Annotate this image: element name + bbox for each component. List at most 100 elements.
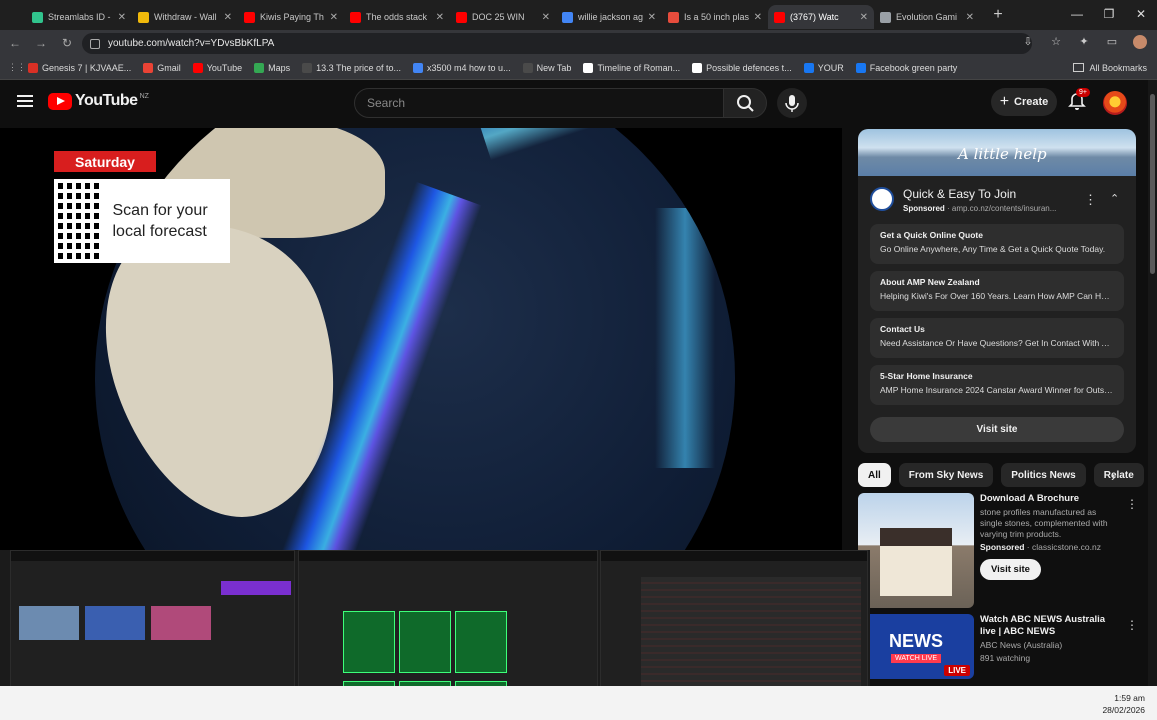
video-title[interactable]: Download A Brochure [980,493,1120,505]
bookmark-item[interactable]: Possible defences t... [692,62,792,73]
back-icon[interactable]: ← [4,36,26,50]
bookmark-label: x3500 m4 how to u... [427,62,511,73]
bookmark-item[interactable]: New Tab [522,62,571,73]
restore-button[interactable]: ❐ [1093,0,1125,30]
video-player[interactable]: Saturday Scan for your local forecast [0,128,842,550]
video-title[interactable]: Watch ABC NEWS Australia live | ABC NEWS [980,614,1120,638]
visit-site-button[interactable]: Visit site [870,417,1124,442]
bookmark-item[interactable]: Gmail [143,62,181,73]
filter-chip[interactable]: Relate [1093,463,1144,487]
bookmark-label: Possible defences t... [706,62,792,73]
filter-chips: All From Sky News Politics News Relate [858,463,1144,487]
sidebar-ad-item[interactable]: Download A Brochure stone profiles manuf… [858,493,1143,608]
browser-tab[interactable]: Withdraw - Wall ✕ [132,5,238,29]
browser-tab[interactable]: Kiwis Paying Th ✕ [238,5,344,29]
bookmark-item[interactable]: x3500 m4 how to u... [413,62,511,73]
ad-banner-text: A little help [958,145,1047,163]
ad-sitelink[interactable]: Contact Us Need Assistance Or Have Questi… [870,318,1124,358]
account-avatar[interactable] [1103,91,1127,115]
filter-chip[interactable]: All [858,463,891,487]
bookmark-item[interactable]: Facebook green party [855,62,957,73]
search-input[interactable]: Search [354,88,724,118]
browser-tab[interactable]: Streamlabs ID - ✕ [26,5,132,29]
visit-site-button[interactable]: Visit site [980,559,1041,580]
bookmark-favicon [302,62,313,73]
more-options-icon[interactable]: ⋮ [1126,497,1138,511]
close-tab-icon[interactable]: ✕ [436,12,444,23]
browser-tab[interactable]: DOC 25 WIN ✕ [450,5,556,29]
tab-favicon [32,11,43,23]
youtube-logo[interactable]: YouTube NZ [48,92,149,110]
all-bookmarks[interactable]: All Bookmarks [1073,63,1147,73]
bookmark-item[interactable]: YOUR [803,62,844,73]
browser-tab[interactable]: willie jackson ag ✕ [556,5,662,29]
bookmark-item[interactable]: 13.3 The price of to... [302,62,402,73]
tab-favicon [138,11,149,23]
qr-code [58,183,103,259]
sitelink-heading: Get a Quick Online Quote [880,230,983,240]
ad-banner[interactable]: A little help [858,129,1136,176]
close-tab-icon[interactable]: ✕ [224,12,232,23]
reload-icon[interactable]: ↻ [56,36,78,50]
bookmark-star-icon[interactable]: ☆ [1049,35,1063,49]
ad-sitelink[interactable]: 5-Star Home Insurance AMP Home Insurance … [870,365,1124,405]
channel-name[interactable]: ABC News (Australia) [980,640,1120,651]
bookmark-item[interactable]: Genesis 7 | KJVAAE... [28,62,131,73]
browser-tab[interactable]: (3767) Watc ✕ [768,5,874,29]
bookmark-item[interactable]: YouTube [192,62,242,73]
menu-icon[interactable] [17,95,33,107]
filter-chip[interactable]: Politics News [1001,463,1086,487]
browser-tab[interactable]: Evolution Gami ✕ [874,5,980,29]
profile-avatar[interactable] [1133,35,1147,49]
bookmark-item[interactable]: Maps [254,62,290,73]
minimize-button[interactable]: — [1061,0,1093,30]
cast-icon[interactable]: ▭ [1105,35,1119,49]
tab-title: DOC 25 WIN [472,12,525,22]
abc-news-thumbnail[interactable]: NEWS WATCH LIVE LIVE [858,614,974,679]
close-tab-icon[interactable]: ✕ [966,12,974,23]
bookmark-favicon [855,62,866,73]
url-bar[interactable]: youtube.com/watch?v=YDvsBbKfLPA [82,33,1032,54]
qr-caption: Scan for your local forecast [112,202,208,240]
forward-icon[interactable]: → [30,36,52,50]
apps-icon[interactable]: ⋮⋮ [8,62,28,73]
sitelink-heading: About AMP New Zealand [880,277,980,287]
ad-sitelink[interactable]: About AMP New Zealand Helping Kiwi's For … [870,271,1124,311]
chevron-up-icon[interactable]: ⌃ [1110,192,1119,205]
close-tab-icon[interactable]: ✕ [648,12,656,23]
bookmark-item[interactable]: Timeline of Roman... [583,62,680,73]
close-window-button[interactable]: ✕ [1125,0,1157,30]
more-options-icon[interactable]: ⋮ [1126,618,1138,632]
ad-title[interactable]: Quick & Easy To Join [903,187,1056,201]
site-info-icon[interactable] [90,38,100,49]
close-tab-icon[interactable]: ✕ [330,12,338,23]
page-scrollbar[interactable] [1148,80,1157,686]
close-tab-icon[interactable]: ✕ [542,12,550,23]
ad-sitelink[interactable]: Get a Quick Online Quote Go Online Anywhe… [870,224,1124,264]
close-tab-icon[interactable]: ✕ [860,12,868,23]
filter-chip[interactable]: From Sky News [898,463,994,487]
close-tab-icon[interactable]: ✕ [754,12,762,23]
install-app-icon[interactable]: ⇩ [1021,35,1035,49]
chevron-right-icon[interactable]: › [1111,468,1116,484]
folder-icon [1073,63,1085,72]
microphone-icon [785,95,799,112]
search-button[interactable] [723,88,767,118]
more-options-icon[interactable]: ⋮ [1084,192,1097,208]
brochure-thumbnail[interactable] [858,493,974,608]
browser-tab[interactable]: Is a 50 inch plas ✕ [662,5,768,29]
extensions-icon[interactable]: ✦ [1077,35,1091,49]
system-clock[interactable]: 1:59 am 28/02/2026 [1102,692,1145,716]
tab-title: Kiwis Paying Th [260,12,324,22]
tab-title: Streamlabs ID - [48,12,111,22]
close-tab-icon[interactable]: ✕ [118,12,126,23]
tab-title: Withdraw - Wall [154,12,217,22]
browser-tab[interactable]: The odds stack ✕ [344,5,450,29]
bookmark-label: 13.3 The price of to... [316,62,402,73]
voice-search-button[interactable] [777,88,807,118]
sidebar-video-item[interactable]: NEWS WATCH LIVE LIVE Watch ABC NEWS Aust… [858,614,1143,679]
new-tab-button[interactable]: + [988,6,1008,24]
windows-taskbar: 1:59 am 28/02/2026 [0,686,1157,720]
create-button[interactable]: + Create [991,88,1057,116]
bookmarks-bar: ⋮⋮ Genesis 7 | KJVAAE... Gmail YouTube Maps… [0,56,1157,80]
